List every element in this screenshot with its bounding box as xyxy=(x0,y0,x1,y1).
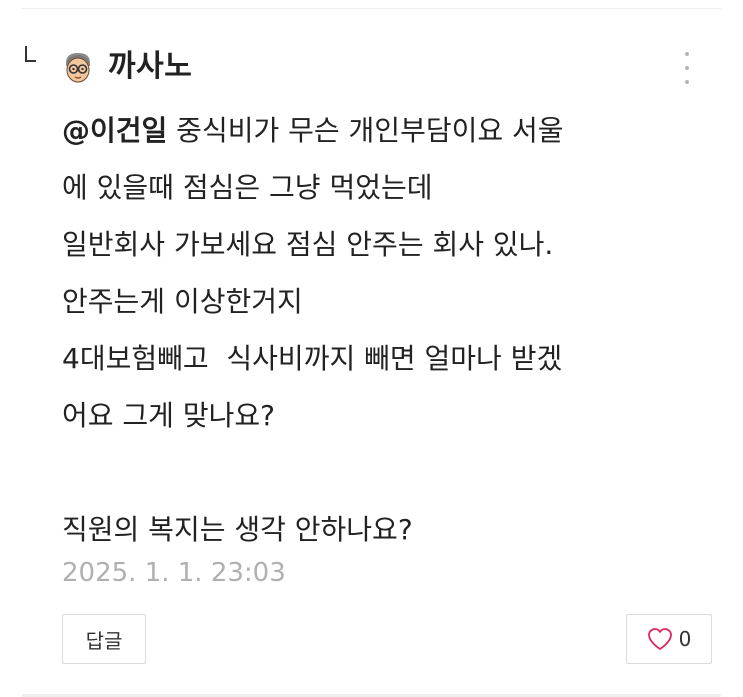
menu-dot xyxy=(685,80,689,84)
comment-line-8: 직원의 복지는 생각 안하나요? xyxy=(62,513,413,546)
reply-arrow-icon xyxy=(25,46,36,62)
avatar-icon[interactable] xyxy=(60,49,96,85)
comment-line-4: 안주는게 이상한거지 xyxy=(62,285,303,318)
comment-line-3: 일반회사 가보세요 점심 안주는 회사 있나. xyxy=(62,228,554,261)
comment-line-5: 4대보험빼고 식사비까지 빼면 얼마나 받겠 xyxy=(62,342,563,375)
reply-button[interactable]: 답글 xyxy=(62,614,146,664)
comment-line-1: @이건일 중식비가 무슨 개인부담이요 서울 xyxy=(62,102,722,159)
comment-date: 2025. 1. 1. 23:03 xyxy=(62,558,286,588)
comment-line-2: 에 있을때 점심은 그냥 먹었는데 xyxy=(62,171,433,204)
comment-line-6: 어요 그게 맞나요? xyxy=(62,399,275,432)
top-divider xyxy=(22,8,721,9)
menu-dot xyxy=(685,66,689,70)
like-button[interactable]: 0 xyxy=(626,614,712,664)
more-vertical-icon[interactable] xyxy=(676,50,698,86)
comment-line-text: 중식비가 무슨 개인부담이요 서울 xyxy=(167,114,564,147)
author-nickname[interactable]: 까사노 xyxy=(108,48,192,86)
comment-text: @이건일 중식비가 무슨 개인부담이요 서울 에 있을때 점심은 그냥 먹었는데… xyxy=(62,102,722,558)
mention-link[interactable]: @이건일 xyxy=(62,114,167,147)
comment-blank-line xyxy=(62,444,722,501)
heart-icon xyxy=(647,628,672,650)
menu-dot xyxy=(685,52,689,56)
like-count: 0 xyxy=(678,627,692,651)
